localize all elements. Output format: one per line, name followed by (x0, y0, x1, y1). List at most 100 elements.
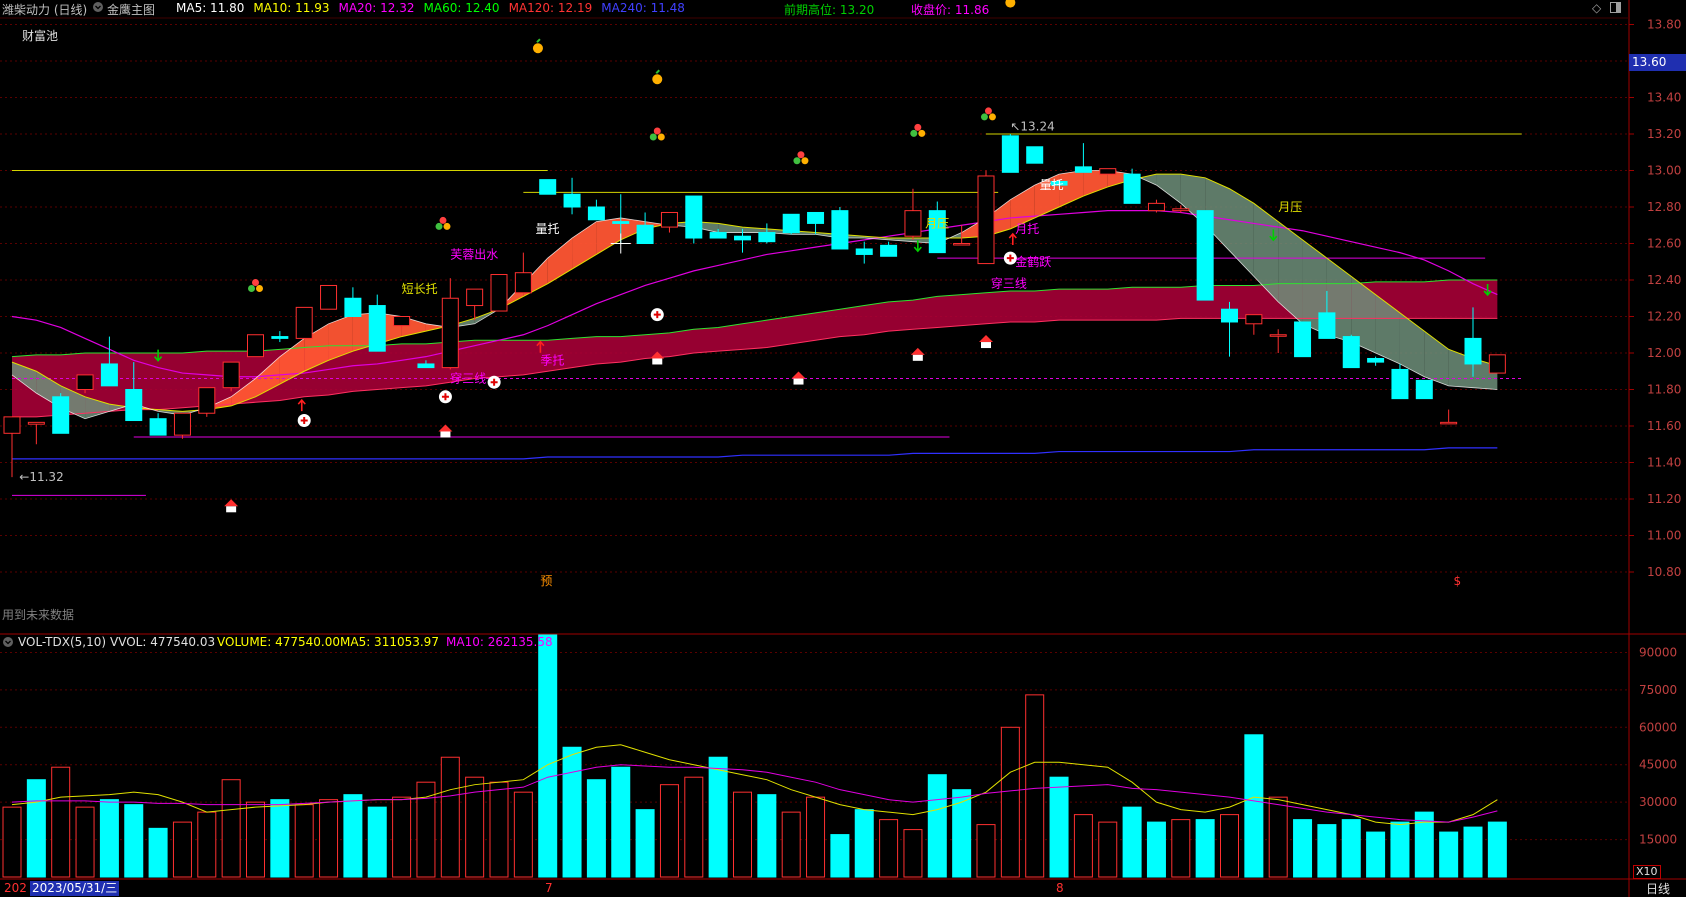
candle (1391, 363, 1409, 400)
candle (441, 278, 459, 370)
window-icon[interactable] (1610, 2, 1621, 16)
candle-body (1147, 202, 1165, 212)
house-roof (791, 371, 806, 379)
house-base (912, 354, 923, 361)
price-tick-label: 11.00 (1647, 529, 1681, 543)
candle-body (1294, 321, 1312, 358)
house-base (226, 506, 237, 513)
candle-body (271, 336, 289, 339)
chart-annotation: 月托 (1015, 222, 1039, 236)
house-icon (979, 335, 993, 349)
diamond-icon[interactable]: ◇ (1592, 1, 1601, 15)
year-label: 202 (4, 881, 27, 895)
berry (435, 222, 443, 230)
chart-annotation: ↖13.24 (1010, 120, 1054, 134)
volume-bar (879, 819, 899, 878)
prev-high-label: 前期高位: 13.20 (784, 3, 875, 17)
kline-chart[interactable]: 13.80 13.60 13.40 13.20 13.00 12.80 12.60 12.40… (0, 0, 1686, 897)
berries-icon (910, 123, 926, 137)
arrow-up-red-icon (297, 398, 306, 412)
candle-body (1440, 421, 1458, 425)
period-label[interactable]: 日线 (1646, 880, 1670, 897)
volume-bar (1244, 734, 1264, 878)
candle-body (173, 412, 191, 436)
vol-settings-icon[interactable] (2, 636, 14, 651)
fruit-leaf (655, 69, 660, 74)
candle (1123, 168, 1141, 204)
berry (918, 129, 926, 137)
berry (252, 278, 259, 286)
candle (855, 241, 873, 264)
chart-annotation: 月压 (925, 216, 949, 230)
volume-bar (1122, 806, 1142, 878)
volume-bar (976, 824, 996, 878)
volume-bar (1463, 826, 1483, 878)
crosshair-date-label: 2023/05/31/三 (30, 881, 120, 896)
candle-body (587, 206, 605, 221)
volume-bar (1341, 819, 1361, 878)
candle (587, 199, 605, 221)
candle-body (441, 297, 459, 369)
candle-body (1488, 354, 1506, 374)
volume-bar (124, 804, 144, 878)
indicator-settings-icon[interactable] (92, 1, 104, 16)
chart-annotation: 穿三线 (450, 371, 486, 386)
candle-body (1172, 208, 1190, 212)
volume-bar (562, 746, 582, 878)
berries-icon (435, 216, 451, 230)
volume-bar (684, 776, 704, 878)
wealth-pool-label[interactable]: 财富池 (22, 27, 58, 44)
candle-body (466, 288, 484, 307)
volume-bar (343, 794, 363, 878)
vvol-value: VVOL: 477540.03 (110, 635, 216, 649)
candle-body (198, 387, 216, 414)
candle (3, 416, 21, 478)
candle-body (1221, 308, 1238, 323)
candle (782, 213, 800, 235)
candle (198, 387, 216, 417)
candle (1074, 143, 1092, 173)
price-tick-label: 13.20 (1647, 127, 1681, 141)
candle-body (1367, 357, 1385, 363)
volume-bar (26, 779, 46, 878)
candle-body (734, 235, 751, 241)
candle-body (52, 396, 70, 434)
candle (758, 223, 776, 244)
volume-bar (319, 799, 339, 878)
volume-bar (1171, 819, 1191, 878)
volume-bar (1049, 776, 1069, 878)
price-tick-label: 11.40 (1647, 456, 1681, 470)
indicator-name[interactable]: 金鹰主图 (107, 1, 155, 18)
vol-ma5-value: MA5: 311053.97 (340, 635, 439, 649)
candle (880, 241, 898, 257)
volume-bar (538, 634, 558, 878)
fruit-body (1005, 0, 1016, 8)
month-label-8: 8 (1056, 881, 1064, 895)
chart-annotation: 量托 (536, 222, 560, 236)
price-tick-label: 11.80 (1647, 383, 1681, 397)
fruit-body (532, 43, 543, 54)
arrow-shape (297, 398, 306, 412)
house-base (793, 378, 804, 385)
price-tick-label: 13.80 (1647, 18, 1681, 32)
chart-annotation: 月压 (1278, 200, 1302, 214)
chart-annotation: 预 (540, 574, 552, 588)
candle-body (1196, 210, 1214, 301)
candle (563, 177, 581, 215)
volume-bar (246, 801, 265, 878)
volume-tick-label: 15000 (1639, 833, 1677, 847)
candle-body (563, 193, 581, 208)
berry (797, 151, 805, 159)
volume-bar (781, 811, 801, 878)
ribbon-down-segment (1156, 174, 1181, 204)
volume-bar (1195, 819, 1215, 878)
candle-body (514, 272, 532, 294)
price-tick-label: 12.60 (1647, 237, 1681, 251)
house-base (981, 342, 991, 349)
berry (910, 129, 918, 137)
candle (271, 331, 289, 343)
candle (344, 287, 362, 317)
vol-indicator-name[interactable]: VOL-TDX(5,10) (18, 635, 106, 649)
candle (320, 284, 338, 310)
candle-body (758, 232, 776, 243)
